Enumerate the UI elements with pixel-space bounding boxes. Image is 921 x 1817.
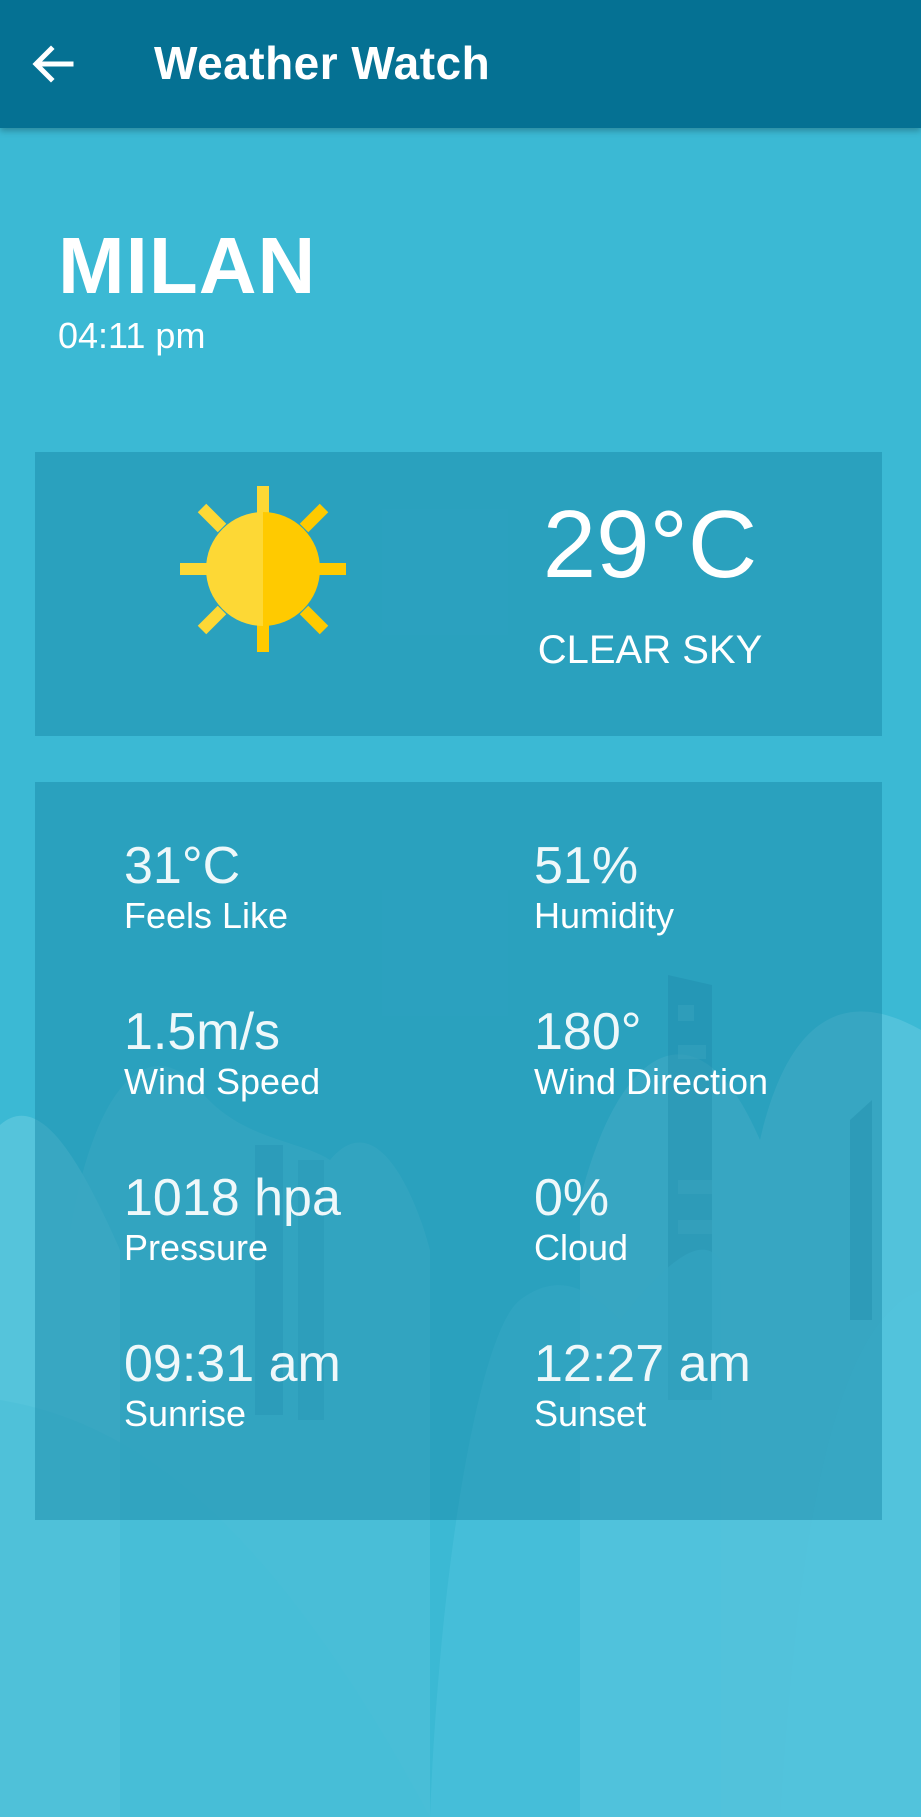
location-header: MILAN 04:11 pm	[58, 220, 316, 358]
detail-label: Sunset	[534, 1393, 647, 1434]
city-name: MILAN	[58, 221, 317, 310]
detail-label: Pressure	[124, 1227, 269, 1268]
sun-icon	[178, 484, 348, 654]
detail-value: 180°	[534, 1003, 642, 1061]
detail-value: 12:27 am	[534, 1335, 751, 1393]
detail-sunrise: 09:31 am Sunrise	[124, 1334, 341, 1436]
local-time: 04:11 pm	[58, 315, 206, 356]
current-temperature: 29°C	[542, 491, 758, 598]
detail-value: 1018 hpa	[124, 1169, 341, 1227]
detail-label: Wind Speed	[124, 1061, 321, 1102]
app-title: Weather Watch	[154, 37, 491, 89]
detail-label: Humidity	[534, 895, 675, 936]
detail-pressure: 1018 hpa Pressure	[124, 1168, 341, 1270]
detail-feels-like: 31°C Feels Like	[124, 836, 288, 938]
detail-label: Sunrise	[124, 1393, 247, 1434]
detail-value: 0%	[534, 1169, 610, 1227]
detail-label: Feels Like	[124, 895, 289, 936]
detail-humidity: 51% Humidity	[534, 836, 674, 938]
detail-cloud: 0% Cloud	[534, 1168, 628, 1270]
app-bar: Weather Watch	[0, 0, 921, 128]
detail-label: Wind Direction	[534, 1061, 769, 1102]
detail-wind-direction: 180° Wind Direction	[534, 1002, 768, 1104]
detail-value: 09:31 am	[124, 1335, 341, 1393]
weather-description: CLEAR SKY	[537, 628, 763, 672]
detail-label: Cloud	[534, 1227, 629, 1268]
detail-wind-speed: 1.5m/s Wind Speed	[124, 1002, 320, 1104]
detail-value: 1.5m/s	[124, 1003, 281, 1061]
detail-value: 51%	[534, 837, 639, 895]
detail-value: 31°C	[124, 837, 241, 895]
back-button[interactable]	[22, 30, 84, 98]
detail-sunset: 12:27 am Sunset	[534, 1334, 751, 1436]
arrow-left-icon	[32, 45, 74, 83]
